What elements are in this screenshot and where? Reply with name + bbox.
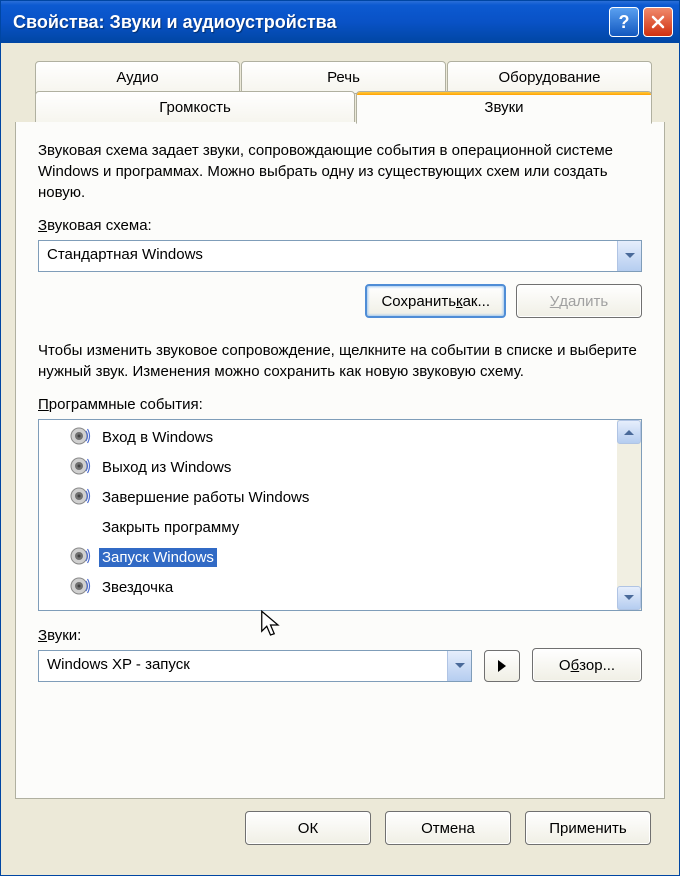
browse-button[interactable]: Обзор... [532, 648, 642, 682]
tab-speech[interactable]: Речь [241, 61, 446, 94]
list-item[interactable]: Звездочка [39, 572, 617, 602]
list-item[interactable]: Выход из Windows [39, 452, 617, 482]
list-item-label: Запуск Windows [99, 548, 217, 567]
list-item[interactable]: Запуск Windows [39, 542, 617, 572]
scheme-buttons: Сохранить как... Удалить [38, 284, 642, 318]
close-button[interactable] [643, 7, 673, 37]
chevron-up-icon [624, 429, 634, 435]
scheme-combo-dropdown[interactable] [617, 241, 641, 271]
events-description: Чтобы изменить звуковое сопровождение, щ… [38, 340, 642, 382]
scheme-label: Звуковая схема: [38, 217, 642, 234]
properties-dialog: Свойства: Звуки и аудиоустройства ? Ауди… [0, 0, 680, 876]
sounds-row: Звуки: Windows XP - запуск Обзор... [38, 627, 642, 682]
titlebar[interactable]: Свойства: Звуки и аудиоустройства ? [1, 1, 679, 43]
sounds-combo-value: Windows XP - запуск [39, 651, 447, 681]
speaker-icon [69, 545, 93, 569]
ok-button[interactable]: ОК [245, 811, 371, 845]
list-item-label: Звездочка [99, 578, 176, 597]
sounds-combo[interactable]: Windows XP - запуск [38, 650, 472, 682]
list-item[interactable]: Вход в Windows [39, 422, 617, 452]
close-icon [651, 15, 665, 29]
events-items: Вход в Windows Выход из Windows Завершение… [39, 420, 617, 610]
list-item-label: Закрыть программу [99, 518, 242, 537]
events-scrollbar[interactable] [617, 420, 641, 610]
apply-button[interactable]: Применить [525, 811, 651, 845]
cancel-button[interactable]: Отмена [385, 811, 511, 845]
events-listbox[interactable]: Вход в Windows Выход из Windows Завершение… [38, 419, 642, 611]
scheme-description: Звуковая схема задает звуки, сопровождаю… [38, 140, 642, 203]
speaker-icon [69, 485, 93, 509]
scroll-track[interactable] [617, 444, 641, 586]
list-item[interactable]: Завершение работы Windows [39, 482, 617, 512]
list-item-label: Завершение работы Windows [99, 488, 312, 507]
tab-sounds[interactable]: Звуки [356, 91, 652, 124]
sounds-combo-dropdown[interactable] [447, 651, 471, 681]
sounds-label: Звуки: [38, 627, 472, 644]
help-button[interactable]: ? [609, 7, 639, 37]
tab-bar: Аудио Речь Оборудование Громкость Звуки [15, 61, 665, 123]
tab-audio[interactable]: Аудио [35, 61, 240, 94]
save-as-button[interactable]: Сохранить как... [365, 284, 506, 318]
speaker-icon [69, 425, 93, 449]
tab-volume[interactable]: Громкость [35, 91, 355, 124]
dialog-buttons: ОК Отмена Применить [15, 799, 665, 861]
play-button[interactable] [484, 650, 520, 682]
scroll-up-button[interactable] [617, 420, 641, 444]
list-item-label: Выход из Windows [99, 458, 234, 477]
play-icon [497, 660, 507, 672]
scroll-down-button[interactable] [617, 586, 641, 610]
delete-button: Удалить [516, 284, 642, 318]
scheme-combo[interactable]: Стандартная Windows [38, 240, 642, 272]
sounds-panel: Звуковая схема задает звуки, сопровождаю… [15, 122, 665, 799]
window-title: Свойства: Звуки и аудиоустройства [13, 12, 605, 33]
events-label: Программные события: [38, 396, 642, 413]
chevron-down-icon [455, 663, 465, 669]
tab-hardware[interactable]: Оборудование [447, 61, 652, 94]
chevron-down-icon [625, 253, 635, 259]
chevron-down-icon [624, 595, 634, 601]
list-item-label: Вход в Windows [99, 428, 216, 447]
scheme-combo-value: Стандартная Windows [39, 241, 617, 271]
list-item[interactable]: Закрыть программу [39, 512, 617, 542]
speaker-icon [69, 455, 93, 479]
speaker-icon [69, 575, 93, 599]
content-area: Аудио Речь Оборудование Громкость Звуки … [1, 43, 679, 875]
